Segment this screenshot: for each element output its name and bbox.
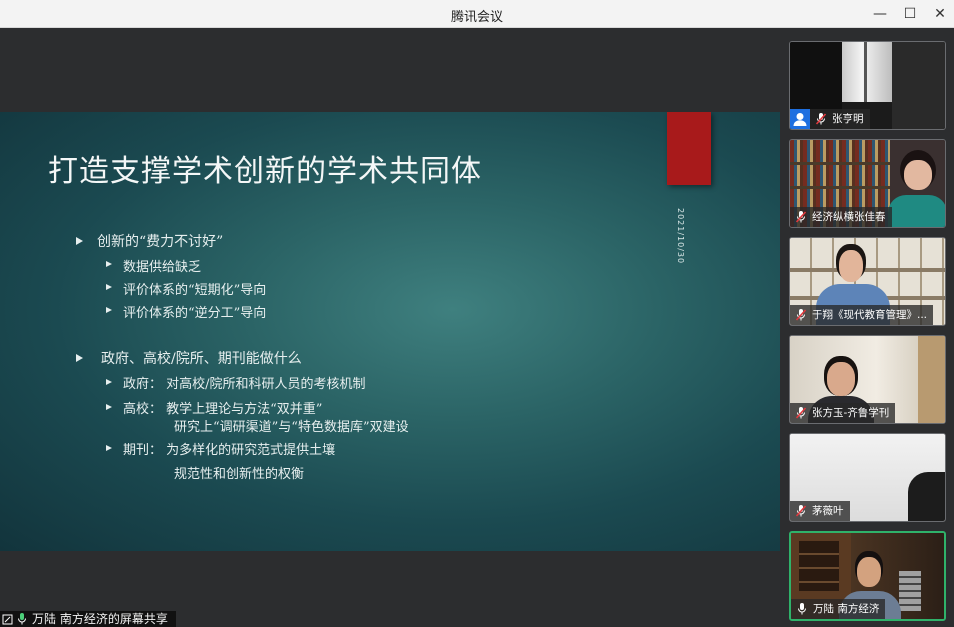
screen-share-label: 万陆 南方经济的屏幕共享 <box>32 612 168 626</box>
mic-muted-icon <box>796 407 806 419</box>
participant-namebar: 经济纵横张佳春 <box>790 207 892 227</box>
title-bar: 腾讯会议 — ☐ ✕ <box>0 0 954 28</box>
bullet-triangle-icon <box>76 237 83 245</box>
maximize-button[interactable]: ☐ <box>899 4 921 24</box>
participant-name: 张方玉-齐鲁学刊 <box>812 407 890 419</box>
participant-tile[interactable]: 张方玉-齐鲁学刊 <box>789 335 946 424</box>
participant-tile-active[interactable]: 万陆 南方经济 <box>789 531 946 621</box>
participant-name: 万陆 南方经济 <box>813 603 880 615</box>
bullet-1-2: 评价体系的“短期化”导向 <box>123 283 267 298</box>
user-icon <box>793 113 807 126</box>
slide-date: 2021/10/30 <box>676 208 685 265</box>
presentation-slide: 打造支撑学术创新的学术共同体 2021/10/30 创新的“费力不讨好” 数据供… <box>0 112 780 551</box>
mic-on-icon <box>798 603 806 615</box>
participant-namebar: 万陆 南方经济 <box>791 599 886 619</box>
avatar <box>790 109 810 129</box>
mic-muted-icon <box>796 211 806 223</box>
participant-name: 张亨明 <box>832 113 864 125</box>
bullet-triangle-icon <box>106 284 112 290</box>
bullet-triangle-icon <box>106 379 112 385</box>
bullet-triangle-icon <box>106 307 112 313</box>
slide-title: 打造支撑学术创新的学术共同体 <box>48 154 482 189</box>
mic-muted-icon <box>816 113 826 125</box>
mic-muted-icon <box>796 505 806 517</box>
bullet-1-3: 评价体系的“逆分工”导向 <box>123 306 267 321</box>
participant-namebar: 张方玉-齐鲁学刊 <box>790 403 896 423</box>
bullet-2-3: 期刊： 为多样化的研究范式提供土壤 <box>123 443 336 458</box>
bullet-1-1: 数据供给缺乏 <box>123 260 202 275</box>
expand-icon <box>2 614 13 625</box>
bullet-triangle-icon <box>76 354 83 362</box>
participant-tile[interactable]: 茅薇叶 <box>789 433 946 522</box>
bullet-triangle-icon <box>106 261 112 267</box>
participant-tile[interactable]: 张亨明 <box>789 41 946 130</box>
participant-namebar: 茅薇叶 <box>790 501 850 521</box>
mic-on-icon <box>18 613 26 625</box>
bullet-triangle-icon <box>106 404 112 410</box>
bullet-2: 政府、高校/院所、期刊能做什么 <box>101 351 302 367</box>
participant-namebar: 张亨明 <box>810 109 870 129</box>
screen-share-bar[interactable]: 万陆 南方经济的屏幕共享 <box>0 611 176 627</box>
bullet-1: 创新的“费力不讨好” <box>97 234 224 250</box>
shared-screen-area: 打造支撑学术创新的学术共同体 2021/10/30 创新的“费力不讨好” 数据供… <box>0 28 780 626</box>
participant-name: 于翔《现代教育管理》... <box>812 309 928 321</box>
participant-name: 茅薇叶 <box>812 505 844 517</box>
participant-tile[interactable]: 经济纵横张佳春 <box>789 139 946 228</box>
close-button[interactable]: ✕ <box>929 4 951 24</box>
bullet-2-2-cont: 研究上“调研渠道”与“特色数据库”双建设 <box>174 420 409 435</box>
minimize-button[interactable]: — <box>869 4 891 24</box>
bullet-2-2: 高校： 教学上理论与方法“双并重” <box>123 402 323 417</box>
slide-red-decoration <box>667 112 711 185</box>
bullet-2-3-cont: 规范性和创新性的权衡 <box>174 467 305 482</box>
participant-name: 经济纵横张佳春 <box>812 211 886 223</box>
mic-muted-icon <box>796 309 806 321</box>
participant-namebar: 于翔《现代教育管理》... <box>790 305 934 325</box>
bullet-2-1: 政府： 对高校/院所和科研人员的考核机制 <box>123 377 366 392</box>
bullet-triangle-icon <box>106 445 112 451</box>
window-title: 腾讯会议 <box>450 10 503 25</box>
participant-tile[interactable]: 于翔《现代教育管理》... <box>789 237 946 326</box>
